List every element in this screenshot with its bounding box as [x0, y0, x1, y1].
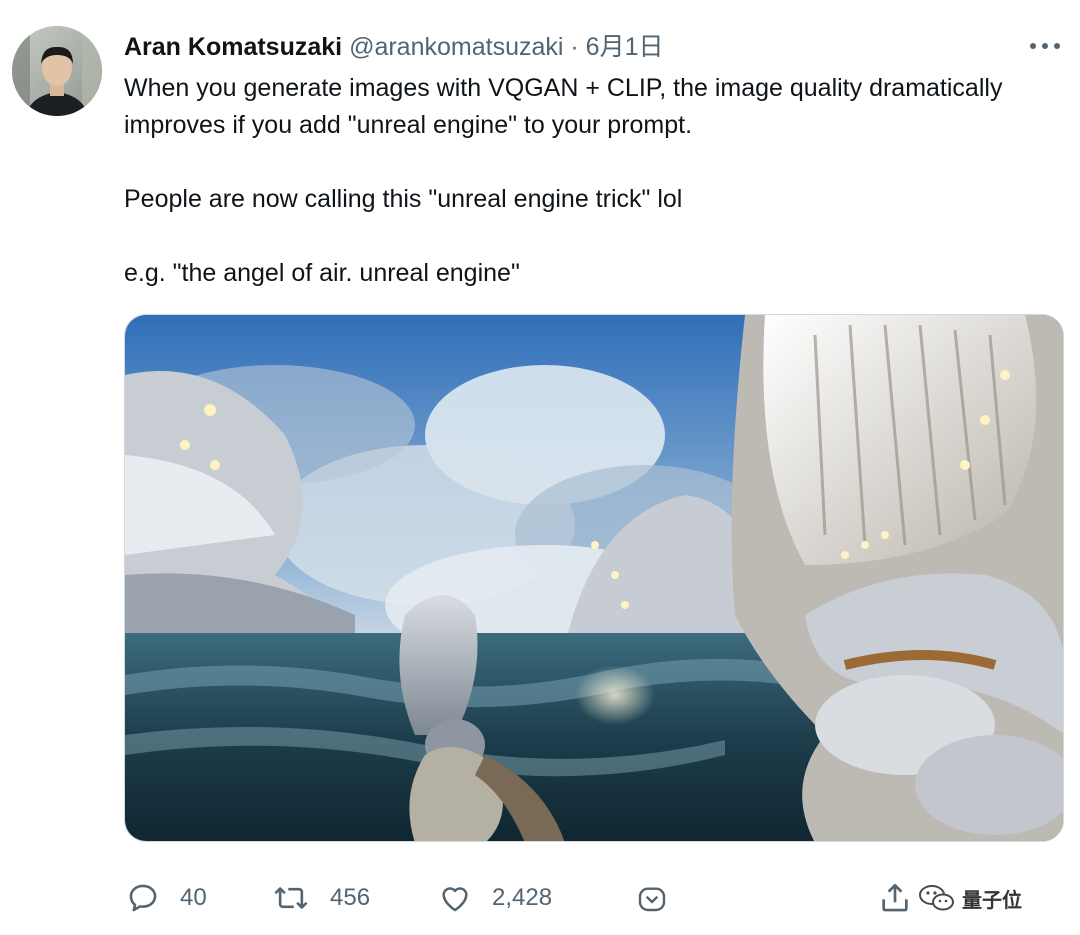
retweet-arrows-icon: [274, 887, 308, 909]
angel-artwork-image: [125, 315, 1063, 841]
speech-bubble-icon: [129, 884, 157, 912]
tweet-date[interactable]: 6月1日: [586, 33, 664, 61]
tweet-action-bar: 40 456 2,428 量子位: [0, 872, 1080, 924]
retweet-button[interactable]: 456: [272, 878, 370, 918]
tweet-header: Aran Komatsuzaki @arankomatsuzaki · 6月1日: [124, 30, 663, 64]
tweet-media-image[interactable]: [124, 314, 1064, 842]
chevron-badge-icon: [638, 887, 666, 912]
like-count: 2,428: [492, 884, 553, 911]
heart-icon: [442, 887, 468, 912]
tweet-line-2: People are now calling this "unreal engi…: [124, 185, 683, 213]
author-name[interactable]: Aran Komatsuzaki: [124, 33, 342, 61]
watermark: 量子位: [918, 878, 1022, 918]
share-upload-icon: [882, 883, 908, 912]
avatar[interactable]: [12, 26, 102, 116]
header-separator: ·: [570, 33, 579, 61]
share-button[interactable]: [878, 878, 912, 918]
reply-count: 40: [180, 884, 207, 911]
author-handle[interactable]: @arankomatsuzaki: [349, 33, 563, 61]
retweet-count: 456: [330, 884, 371, 911]
reply-button[interactable]: 40: [126, 878, 207, 918]
more-horizontal-icon: [1030, 43, 1060, 49]
like-button[interactable]: 2,428: [438, 878, 552, 918]
tip-button[interactable]: [636, 878, 668, 918]
tweet-line-1: When you generate images with VQGAN + CL…: [124, 74, 1003, 139]
tweet-line-3: e.g. "the angel of air. unreal engine": [124, 259, 520, 287]
wechat-logo-icon: [919, 885, 954, 911]
watermark-text: 量子位: [962, 887, 1022, 912]
avatar-photo: [12, 26, 102, 116]
more-button[interactable]: [1028, 36, 1062, 56]
tweet-text: When you generate images with VQGAN + CL…: [124, 70, 1024, 292]
